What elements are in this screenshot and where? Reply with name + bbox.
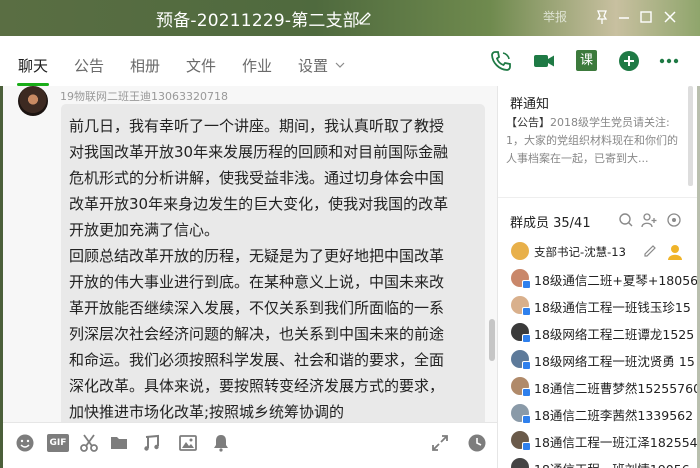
sender-avatar[interactable] xyxy=(18,86,48,116)
message-text: 前几日，我有幸听了一个讲座。期间，我认真听取了教授对我国改革开放30年来发展历程… xyxy=(69,113,453,422)
sender-name[interactable]: 19物联网二班王迪13063320718 xyxy=(60,88,228,104)
member-name: 18级网络工程二班谭龙1525 xyxy=(534,327,695,342)
report-link[interactable]: 举报 xyxy=(543,8,567,25)
edit-title-icon[interactable] xyxy=(357,9,373,25)
emoji-icon[interactable] xyxy=(15,433,35,453)
pin-icon[interactable] xyxy=(592,7,612,27)
member-name: 18通信工程一班刘情19056 xyxy=(534,459,690,468)
member-row[interactable]: 支部书记-沈慧-13 xyxy=(498,239,697,265)
member-row[interactable]: 18级网络工程二班谭龙1525 xyxy=(498,320,697,346)
input-toolbar: GIF xyxy=(3,423,497,468)
members-title: 群成员 35/41 xyxy=(510,216,591,231)
add-icon[interactable] xyxy=(617,49,641,73)
member-name: 18级网络工程一班沈贤勇 15 xyxy=(534,354,695,369)
maximize-icon[interactable] xyxy=(636,7,656,27)
terminal-badge-icon xyxy=(522,280,531,289)
tab-homework[interactable]: 作业 xyxy=(242,55,272,76)
tab-bar: 聊天 公告 相册 文件 作业 设置 课 xyxy=(0,36,700,86)
minimize-icon[interactable] xyxy=(614,7,634,27)
search-members-icon[interactable] xyxy=(618,212,634,228)
terminal-badge-icon xyxy=(522,307,531,316)
expand-icon[interactable] xyxy=(430,433,450,453)
tab-chat[interactable]: 聊天 xyxy=(18,55,48,76)
member-name: 18通信二班曹梦然15255760 xyxy=(534,381,697,396)
panel-separator xyxy=(498,197,697,198)
member-row[interactable]: 18级网络工程一班沈贤勇 15 xyxy=(498,347,697,373)
member-name: 18级通信工程一班钱玉珍15 xyxy=(534,300,691,315)
chevron-down-icon[interactable] xyxy=(335,60,345,70)
member-name: 支部书记-沈慧-13 xyxy=(534,245,626,259)
member-row[interactable]: 18级通信二班+夏琴+18056 xyxy=(498,266,697,292)
terminal-badge-icon xyxy=(522,442,531,451)
member-avatar xyxy=(511,242,529,260)
history-icon[interactable] xyxy=(467,433,487,453)
notice-tag: 【公告】 xyxy=(506,116,550,129)
member-row[interactable]: 18通信工程一班江泽182554 xyxy=(498,428,697,454)
group-notice-body[interactable]: 【公告】2018级学生党员请关注: 1，大家的党组织材料现在和你们的人事档案在一… xyxy=(506,114,684,168)
edit-icon[interactable] xyxy=(643,244,657,258)
member-name: 18级通信二班+夏琴+18056 xyxy=(534,273,697,288)
member-name: 18通信工程一班江泽182554 xyxy=(534,435,697,450)
class-icon[interactable]: 课 xyxy=(576,50,597,71)
music-icon[interactable] xyxy=(142,433,162,453)
chat-message-area[interactable]: 19物联网二班王迪13063320718 前几日，我有幸听了一个讲座。期间，我认… xyxy=(3,86,497,422)
scissors-icon[interactable] xyxy=(79,433,99,453)
group-notice-title[interactable]: 群通知 xyxy=(510,93,549,112)
more-icon[interactable] xyxy=(657,49,681,73)
folder-icon[interactable] xyxy=(109,433,129,453)
gif-icon[interactable]: GIF xyxy=(47,434,69,452)
terminal-badge-icon xyxy=(522,361,531,370)
terminal-badge-icon xyxy=(522,388,531,397)
notice-scrollbar[interactable] xyxy=(688,86,693,186)
member-row[interactable]: 18通信二班曹梦然15255760 xyxy=(498,374,697,400)
tab-files[interactable]: 文件 xyxy=(186,55,216,76)
image-icon[interactable] xyxy=(178,433,198,453)
member-avatar xyxy=(511,458,529,468)
notice-text: 2018级学生党员请关注: xyxy=(550,116,670,129)
group-owner-icon xyxy=(668,245,682,260)
member-name: 18通信二班李茜然1339562 xyxy=(534,408,694,423)
title-bar: 预备-20211229-第二支部 举报 xyxy=(0,0,700,36)
message-paragraph: 回顾总结改革开放的历程，无疑是为了更好地把中国改革开放的伟大事业进行到底。在某种… xyxy=(69,247,445,421)
tab-album[interactable]: 相册 xyxy=(130,55,160,76)
phone-icon[interactable] xyxy=(489,49,513,73)
window-title: 预备-20211229-第二支部 xyxy=(156,11,360,31)
member-row[interactable]: 18通信工程一班刘情19056 xyxy=(498,455,697,468)
message-paragraph: 前几日，我有幸听了一个讲座。期间，我认真听取了教授对我国改革开放30年来发展历程… xyxy=(69,117,449,239)
qq-group-chat-window: 预备-20211229-第二支部 举报 聊天 公告 相册 文件 作业 设置 课 … xyxy=(0,0,700,468)
close-icon[interactable] xyxy=(660,7,680,27)
terminal-badge-icon xyxy=(522,415,531,424)
chat-scrollbar[interactable] xyxy=(489,319,495,361)
notice-text-2: 1，大家的党组织材料现在和你们的人事档案在一起，已寄到大... xyxy=(506,134,678,165)
terminal-badge-icon xyxy=(522,334,531,343)
bell-icon[interactable] xyxy=(211,433,231,453)
add-member-icon[interactable] xyxy=(641,212,657,228)
tab-settings[interactable]: 设置 xyxy=(298,55,328,76)
member-row[interactable]: 18级通信工程一班钱玉珍15 xyxy=(498,293,697,319)
video-call-icon[interactable] xyxy=(532,49,556,73)
right-panel: 群通知 【公告】2018级学生党员请关注: 1，大家的党组织材料现在和你们的人事… xyxy=(498,86,697,468)
members-settings-icon[interactable] xyxy=(666,212,682,228)
member-row[interactable]: 18通信二班李茜然1339562 xyxy=(498,401,697,427)
tab-announcements[interactable]: 公告 xyxy=(74,55,104,76)
